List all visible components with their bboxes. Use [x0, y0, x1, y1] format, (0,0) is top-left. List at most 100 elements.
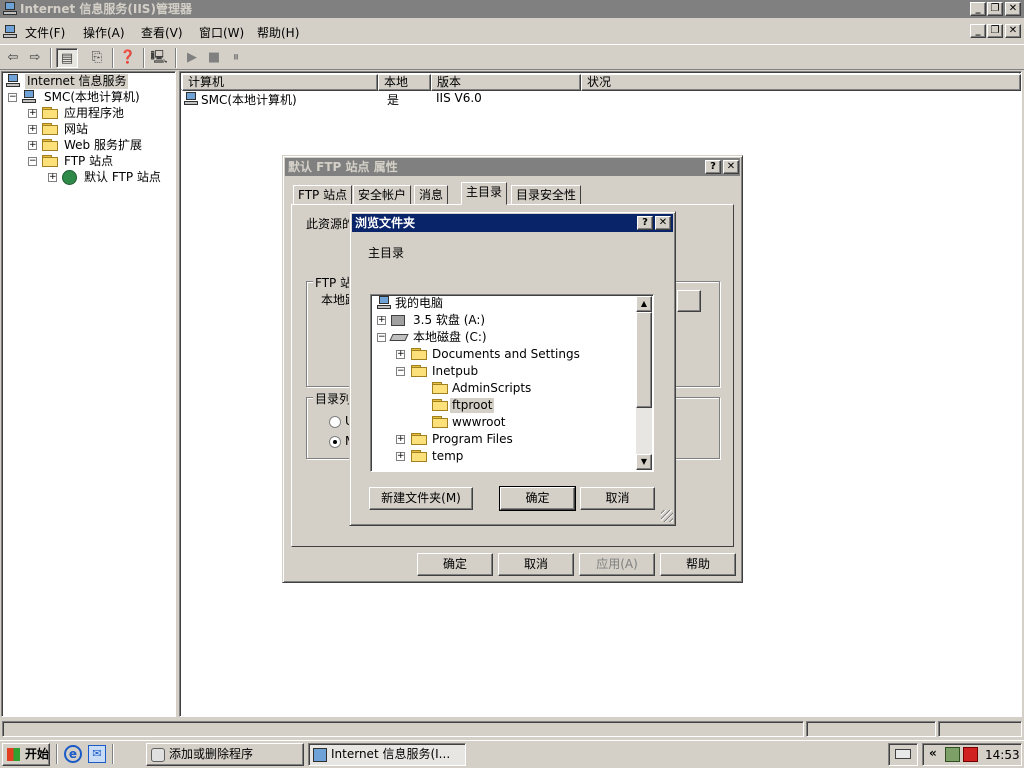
expand-icon[interactable]: +: [28, 125, 37, 134]
child-close-button[interactable]: ✕: [1005, 24, 1021, 38]
properties-ok-button[interactable]: 确定: [417, 553, 493, 576]
expand-icon[interactable]: +: [48, 173, 57, 182]
show-tree-icon[interactable]: ▤: [56, 48, 78, 68]
collapse-icon[interactable]: −: [377, 333, 386, 342]
main-title-bar[interactable]: Internet 信息服务(IIS)管理器 _ ❐ ✕: [0, 0, 1024, 18]
column-header-status[interactable]: 状况: [581, 74, 1021, 91]
task-add-remove-programs[interactable]: 添加或删除程序: [146, 743, 304, 766]
tab-directory-security[interactable]: 目录安全性: [511, 185, 582, 205]
properties-close-button[interactable]: ✕: [723, 160, 739, 174]
ie-quicklaunch-icon[interactable]: e: [64, 745, 82, 763]
tray-chevron[interactable]: «: [929, 746, 937, 760]
browse-cancel-button[interactable]: 取消: [580, 487, 655, 510]
server-icon: [22, 90, 36, 104]
browse-button[interactable]: [677, 290, 701, 312]
tree-label: Internet 信息服务: [25, 74, 129, 89]
folder-icon: [42, 139, 58, 151]
cell-local: 是: [387, 93, 400, 107]
menu-help[interactable]: 帮助(H): [257, 24, 299, 41]
scroll-thumb[interactable]: [636, 312, 652, 408]
restore-button[interactable]: ❐: [987, 2, 1003, 16]
list-row[interactable]: SMC(本地计算机) 是 IIS V6.0: [183, 91, 1013, 107]
stop-icon[interactable]: ■: [203, 48, 225, 68]
child-minimize-button[interactable]: _: [970, 24, 986, 38]
close-button[interactable]: ✕: [1005, 2, 1021, 16]
pause-icon[interactable]: ⏸: [225, 48, 247, 68]
radio-unix[interactable]: [329, 416, 341, 428]
ftp-dir-groupbox-label: FTP 站: [313, 274, 355, 291]
back-arrow-icon[interactable]: ⇦: [2, 48, 24, 68]
folder-icon: [432, 416, 448, 428]
browse-help-button[interactable]: ?: [637, 216, 653, 230]
taskbar-separator: [56, 744, 58, 764]
taskbar: 开始 e ✉ 添加或删除程序 Internet 信息服务(I... « 14:5…: [0, 740, 1024, 768]
outlook-quicklaunch-icon[interactable]: ✉: [88, 745, 106, 763]
expand-icon[interactable]: +: [28, 109, 37, 118]
iis-task-icon: [313, 748, 327, 762]
windows-logo-icon: [7, 748, 20, 761]
collapse-icon[interactable]: −: [8, 93, 17, 102]
collapse-icon[interactable]: −: [396, 367, 405, 376]
folder-icon: [411, 348, 427, 360]
status-cell-3: [938, 721, 1022, 737]
menu-view[interactable]: 查看(V): [141, 24, 183, 41]
window-title: Internet 信息服务(IIS)管理器: [20, 2, 192, 16]
tree-label: temp: [432, 449, 464, 463]
help-icon[interactable]: ❓: [117, 48, 139, 68]
export-list-icon[interactable]: ⎘: [86, 48, 108, 68]
globe-icon: [62, 170, 77, 185]
tree-label: Inetpub: [432, 364, 479, 378]
network-tray-icon[interactable]: [945, 747, 960, 762]
folder-open-icon: [411, 365, 427, 377]
play-icon[interactable]: ▶: [181, 48, 203, 68]
menu-file[interactable]: 文件(F): [25, 24, 65, 41]
status-cell-2: [806, 721, 936, 737]
tab-ftp-site[interactable]: FTP 站点: [293, 185, 353, 205]
tab-home-directory[interactable]: 主目录: [461, 182, 508, 205]
expand-icon[interactable]: +: [377, 316, 386, 325]
menu-window[interactable]: 窗口(W): [199, 24, 244, 41]
browse-close-button[interactable]: ✕: [655, 216, 671, 230]
expand-icon[interactable]: +: [396, 435, 405, 444]
task-label: Internet 信息服务(I...: [331, 747, 451, 761]
tree-label: 本地磁盘 (C:): [413, 330, 487, 344]
taskbar-separator: [112, 744, 114, 764]
column-header-version[interactable]: 版本: [431, 74, 581, 91]
start-button[interactable]: 开始: [2, 743, 50, 766]
expand-icon[interactable]: +: [396, 350, 405, 359]
vertical-scrollbar[interactable]: ▲ ▼: [636, 296, 652, 470]
column-header-local[interactable]: 本地: [378, 74, 431, 91]
properties-dialog-title-bar[interactable]: 默认 FTP 站点 属性 ? ✕: [285, 158, 740, 176]
column-header-computer[interactable]: 计算机: [182, 74, 378, 91]
scroll-up-icon[interactable]: ▲: [636, 296, 652, 312]
browse-dialog-title-bar[interactable]: 浏览文件夹 ? ✕: [352, 214, 673, 232]
browse-ok-button[interactable]: 确定: [499, 486, 576, 511]
properties-help-button[interactable]: 帮助: [660, 553, 736, 576]
expand-icon[interactable]: +: [28, 141, 37, 150]
child-restore-button[interactable]: ❐: [987, 24, 1003, 38]
keyboard-icon: [895, 749, 911, 759]
tab-security-accounts[interactable]: 安全帐户: [353, 185, 412, 205]
resize-grip-icon[interactable]: [661, 510, 673, 522]
task-iis-manager[interactable]: Internet 信息服务(I...: [308, 743, 466, 766]
browse-dialog-title: 浏览文件夹: [355, 216, 416, 230]
menu-action[interactable]: 操作(A): [83, 24, 125, 41]
computer-icon[interactable]: 🖳: [148, 48, 170, 68]
scroll-down-icon[interactable]: ▼: [636, 454, 652, 470]
language-bar[interactable]: [888, 743, 918, 766]
toolbar-separator: [112, 48, 114, 68]
toolbar-separator: [50, 48, 52, 68]
expand-icon[interactable]: +: [396, 452, 405, 461]
browse-folder-dialog: 浏览文件夹 ? ✕ 主目录 我的电脑 + 3.5 软盘 (A:) − 本地磁盘 …: [349, 211, 676, 526]
collapse-icon[interactable]: −: [28, 157, 37, 166]
tab-messages[interactable]: 消息: [414, 185, 449, 205]
new-folder-button[interactable]: 新建文件夹(M): [369, 487, 473, 510]
properties-cancel-button[interactable]: 取消: [498, 553, 574, 576]
forward-arrow-icon[interactable]: ⇨: [24, 48, 46, 68]
radio-msdos[interactable]: [329, 436, 341, 448]
alert-tray-icon[interactable]: [963, 747, 978, 762]
minimize-button[interactable]: _: [970, 2, 986, 16]
properties-apply-button[interactable]: 应用(A): [579, 553, 655, 576]
folder-tree-view[interactable]: 我的电脑 + 3.5 软盘 (A:) − 本地磁盘 (C:) + Documen…: [370, 294, 654, 472]
help-question-button[interactable]: ?: [705, 160, 721, 174]
